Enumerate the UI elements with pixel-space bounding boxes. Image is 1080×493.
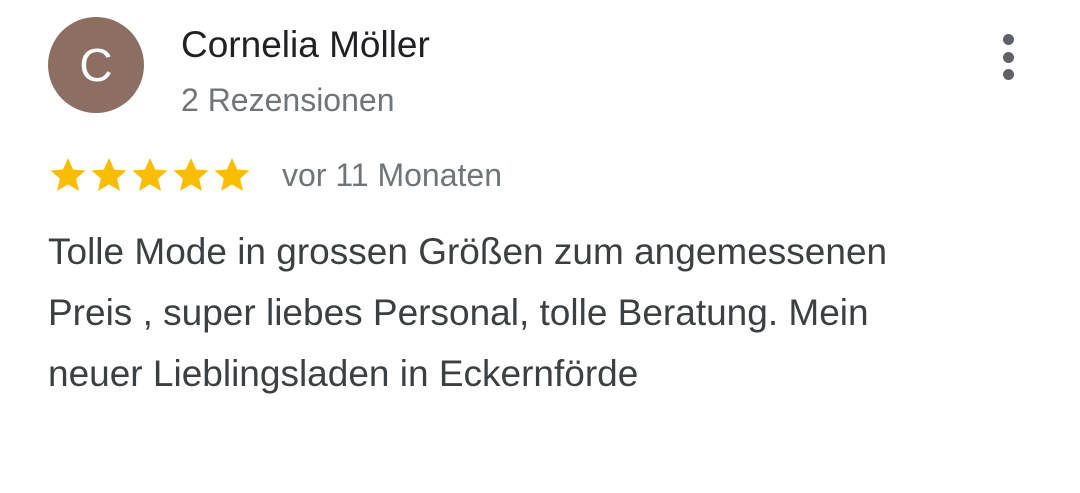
rating-row: vor 11 Monaten [48,150,502,200]
star-icon [132,158,168,191]
star-icon [173,158,209,191]
star-icon [91,158,127,191]
review-text: Tolle Mode in grossen Größen zum angemes… [48,231,888,394]
review-card: C Cornelia Möller 2 Rezensionen vor 11 M… [0,0,1080,493]
star-rating [48,155,253,195]
avatar-initial: C [79,39,113,91]
review-count[interactable]: 2 Rezensionen [181,82,394,119]
reviewer-name[interactable]: Cornelia Möller [181,24,430,66]
star-icon [214,158,250,191]
more-vert-icon-dot-2 [1002,51,1014,63]
review-time: vor 11 Monaten [282,156,502,193]
more-vert-icon-dot-1 [1002,34,1014,45]
more-vert-icon-dot-3 [1002,69,1014,80]
more-options-button[interactable] [988,32,1028,82]
reviewer-avatar[interactable]: C [48,17,144,113]
star-icon [50,158,86,191]
